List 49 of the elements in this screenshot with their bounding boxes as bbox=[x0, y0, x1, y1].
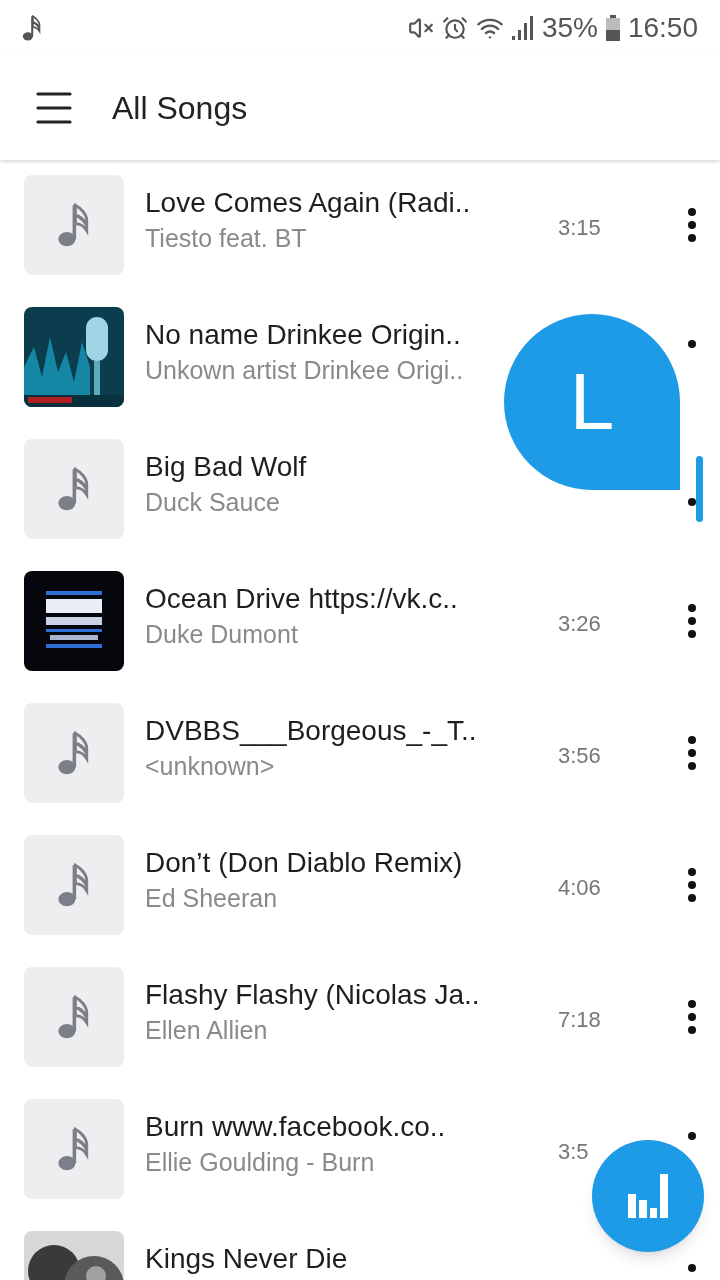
more-options-icon[interactable] bbox=[688, 1000, 696, 1034]
artist-name: <unknown> bbox=[145, 751, 276, 782]
alarm-icon bbox=[441, 15, 468, 41]
more-options-icon[interactable] bbox=[688, 868, 696, 902]
mute-icon bbox=[407, 15, 434, 41]
song-title: DVBBS___Borgeous_-_T.. bbox=[145, 714, 478, 748]
song-duration: 3:15 bbox=[558, 215, 601, 240]
clock-time: 16:50 bbox=[627, 11, 698, 45]
song-title: Flashy Flashy (Nicolas Ja.. bbox=[145, 978, 481, 1012]
scrollbar-thumb[interactable] bbox=[696, 456, 703, 522]
battery-percent: 35% bbox=[541, 11, 598, 45]
bar-chart-icon bbox=[628, 1174, 668, 1218]
song-title: No name Drinkee Origin.. bbox=[145, 318, 462, 352]
music-note-icon bbox=[57, 862, 91, 908]
artist-name: Duck Sauce bbox=[145, 487, 281, 518]
music-note-icon bbox=[57, 994, 91, 1040]
artist-name: Ellen Allien bbox=[145, 1015, 269, 1046]
music-note-icon bbox=[57, 1126, 91, 1172]
menu-dot-icon[interactable] bbox=[688, 1264, 696, 1272]
signal-icon bbox=[511, 16, 534, 40]
song-title: Big Bad Wolf bbox=[145, 450, 308, 484]
music-note-icon bbox=[57, 730, 91, 776]
page-title: All Songs bbox=[112, 89, 248, 128]
more-options-icon[interactable] bbox=[688, 736, 696, 770]
artist-name: Duke Dumont bbox=[145, 619, 299, 650]
menu-dot-icon[interactable] bbox=[688, 498, 696, 506]
song-title: Love Comes Again (Radi.. bbox=[145, 186, 472, 220]
fast-scroll-bubble: L bbox=[504, 314, 680, 490]
music-note-icon bbox=[22, 14, 42, 42]
song-title: Don’t (Don Diablo Remix) bbox=[145, 846, 464, 880]
song-duration: 3:26 bbox=[558, 611, 601, 636]
music-note-icon bbox=[57, 202, 91, 248]
artist-name: Tiesto feat. BT bbox=[145, 223, 308, 254]
music-note-icon bbox=[57, 466, 91, 512]
song-duration: 7:18 bbox=[558, 1007, 601, 1032]
battery-icon bbox=[605, 15, 620, 41]
song-title: Ocean Drive https://vk.c.. bbox=[145, 582, 459, 616]
song-title: Kings Never Die bbox=[145, 1242, 349, 1276]
artist-name: Unkown artist Drinkee Origi.. bbox=[145, 355, 465, 386]
more-options-icon[interactable] bbox=[688, 208, 696, 242]
song-duration: 3:56 bbox=[558, 743, 601, 768]
menu-dot-icon[interactable] bbox=[688, 1132, 696, 1140]
menu-dot-icon[interactable] bbox=[688, 340, 696, 348]
song-title: Burn www.facebook.co.. bbox=[145, 1110, 447, 1144]
more-options-icon[interactable] bbox=[688, 604, 696, 638]
artist-name: Ed Sheeran bbox=[145, 883, 279, 914]
artist-name: Ellie Goulding - Burn bbox=[145, 1147, 376, 1178]
song-duration: 3:5 bbox=[558, 1139, 589, 1164]
song-duration: 4:06 bbox=[558, 875, 601, 900]
